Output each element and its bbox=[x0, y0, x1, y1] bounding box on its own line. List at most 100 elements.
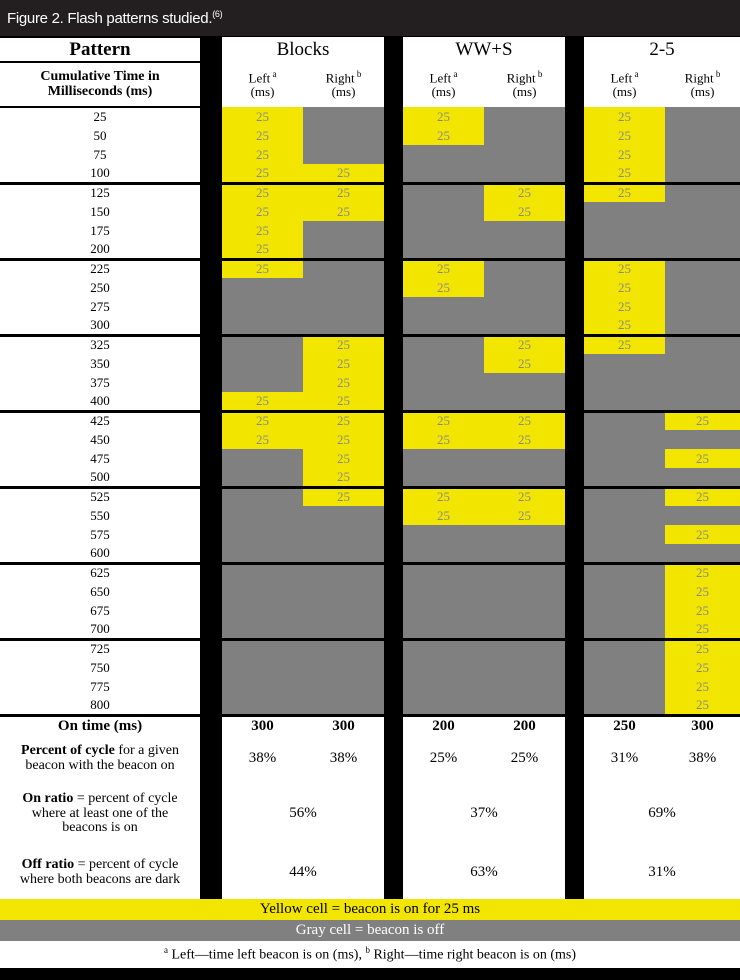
off-ratio-value-0: 44% bbox=[222, 847, 384, 899]
column-gutter bbox=[200, 335, 222, 354]
beacon-cell-ww-s-left-600 bbox=[403, 544, 484, 565]
column-gutter bbox=[565, 487, 584, 506]
legend-gray-text: Gray cell = beacon is off bbox=[0, 920, 740, 941]
column-gutter bbox=[565, 278, 584, 297]
column-gutter bbox=[384, 847, 403, 899]
data-row: 25 25 25 25 bbox=[0, 107, 740, 126]
beacon-cell-blocks-right-675 bbox=[303, 601, 384, 620]
column-gutter bbox=[565, 316, 584, 335]
beacon-cell-ww-s-right-525: 25 bbox=[484, 487, 565, 506]
on-ratio-label-line3: beacons is on bbox=[62, 820, 138, 836]
beacon-cell-2-5-right-225 bbox=[665, 259, 740, 278]
time-label-100: 100 bbox=[0, 164, 200, 185]
beacon-cell-2-5-right-25 bbox=[665, 107, 740, 126]
beacon-cell-blocks-right-100: 25 bbox=[303, 164, 384, 185]
beacon-cell-ww-s-left-775 bbox=[403, 677, 484, 696]
footnote-text: a Left—time left beacon is on (ms), b Ri… bbox=[0, 941, 740, 968]
unit-label: (ms) bbox=[612, 84, 637, 100]
beacon-cell-2-5-right-250 bbox=[665, 278, 740, 297]
beacon-cell-blocks-right-450: 25 bbox=[303, 430, 384, 449]
column-gutter bbox=[565, 373, 584, 392]
column-gutter bbox=[384, 183, 403, 202]
column-gutter bbox=[200, 430, 222, 449]
time-label-150: 150 bbox=[0, 202, 200, 221]
column-gutter bbox=[565, 126, 584, 145]
column-gutter bbox=[200, 696, 222, 715]
time-label-550: 550 bbox=[0, 506, 200, 525]
beacon-cell-2-5-right-700: 25 bbox=[665, 620, 740, 641]
column-gutter bbox=[384, 126, 403, 145]
cumulative-time-line1: Cumulative Time in bbox=[40, 68, 160, 84]
beacon-cell-ww-s-left-175 bbox=[403, 221, 484, 240]
column-gutter bbox=[384, 37, 403, 62]
column-gutter bbox=[565, 715, 584, 737]
data-row: 800 25 bbox=[0, 696, 740, 717]
column-gutter bbox=[200, 278, 222, 297]
beacon-cell-2-5-left-150 bbox=[584, 202, 665, 221]
beacon-cell-blocks-right-650 bbox=[303, 582, 384, 601]
beacon-cell-2-5-right-525: 25 bbox=[665, 487, 740, 506]
column-gutter bbox=[565, 677, 584, 696]
beacon-cell-2-5-left-500 bbox=[584, 468, 665, 489]
beacon-cell-blocks-left-675 bbox=[222, 601, 303, 620]
beacon-cell-ww-s-right-150: 25 bbox=[484, 202, 565, 221]
column-gutter bbox=[384, 316, 403, 335]
data-row: 225 25 25 25 bbox=[0, 259, 740, 278]
column-gutter bbox=[565, 392, 584, 411]
off-ratio-label-line2: where both beacons are dark bbox=[19, 872, 181, 887]
beacon-cell-2-5-left-700 bbox=[584, 620, 665, 641]
beacon-cell-ww-s-right-325: 25 bbox=[484, 335, 565, 354]
beacon-cell-2-5-left-250: 25 bbox=[584, 278, 665, 297]
column-gutter bbox=[384, 62, 403, 107]
beacon-cell-ww-s-left-200 bbox=[403, 240, 484, 261]
beacon-cell-ww-s-left-575 bbox=[403, 525, 484, 544]
flash-pattern-table-wrap: Pattern Blocks WW+S 2-5 Cumulative Time in Mi… bbox=[0, 36, 740, 980]
beacon-cell-2-5-right-150 bbox=[665, 202, 740, 221]
beacon-cell-blocks-left-600 bbox=[222, 544, 303, 565]
data-row: 400 25 25 bbox=[0, 392, 740, 413]
column-gutter bbox=[384, 677, 403, 696]
data-row: 75 25 25 bbox=[0, 145, 740, 164]
column-gutter bbox=[384, 449, 403, 468]
column-gutter bbox=[200, 183, 222, 202]
beacon-cell-blocks-left-225: 25 bbox=[222, 259, 303, 278]
beacon-cell-ww-s-left-675 bbox=[403, 601, 484, 620]
data-row: 175 25 bbox=[0, 221, 740, 240]
column-gutter bbox=[384, 601, 403, 620]
row-label-header: Pattern bbox=[0, 36, 200, 63]
beacon-cell-ww-s-left-100 bbox=[403, 164, 484, 185]
time-label-50: 50 bbox=[0, 126, 200, 145]
beacon-cell-2-5-left-125: 25 bbox=[584, 183, 665, 202]
column-gutter bbox=[565, 335, 584, 354]
summary-row-off-ratio: Off ratio = percent of cycle where both b… bbox=[0, 847, 740, 899]
data-row: 550 25 25 bbox=[0, 506, 740, 525]
footnote-row: a Left—time left beacon is on (ms), b Ri… bbox=[0, 941, 740, 968]
beacon-cell-2-5-left-200 bbox=[584, 240, 665, 261]
cumulative-time-header: Cumulative Time in Milliseconds (ms) bbox=[0, 62, 200, 108]
beacon-cell-2-5-right-575: 25 bbox=[665, 525, 740, 544]
beacon-cell-2-5-right-725: 25 bbox=[665, 639, 740, 658]
column-gutter bbox=[200, 658, 222, 677]
beacon-cell-ww-s-right-350: 25 bbox=[484, 354, 565, 373]
beacon-cell-blocks-right-375: 25 bbox=[303, 373, 384, 392]
beacon-cell-2-5-left-775 bbox=[584, 677, 665, 696]
column-gutter bbox=[200, 468, 222, 487]
data-row: 650 25 bbox=[0, 582, 740, 601]
beacon-cell-blocks-right-475: 25 bbox=[303, 449, 384, 468]
percent-cycle-value-1: 38% bbox=[303, 737, 384, 781]
beacon-cell-2-5-right-300 bbox=[665, 316, 740, 337]
column-gutter bbox=[565, 468, 584, 487]
beacon-cell-blocks-left-475 bbox=[222, 449, 303, 468]
data-row: 500 25 bbox=[0, 468, 740, 489]
beacon-cell-2-5-left-750 bbox=[584, 658, 665, 677]
on-time-value-2: 200 bbox=[403, 715, 484, 737]
beacon-cell-ww-s-right-250 bbox=[484, 278, 565, 297]
column-gutter bbox=[565, 221, 584, 240]
beacon-cell-2-5-right-350 bbox=[665, 354, 740, 373]
column-gutter bbox=[384, 563, 403, 582]
data-row: 150 25 25 25 bbox=[0, 202, 740, 221]
beacon-cell-ww-s-right-725 bbox=[484, 639, 565, 658]
time-label-600: 600 bbox=[0, 544, 200, 565]
data-row: 425 25 25 25 25 25 bbox=[0, 411, 740, 430]
column-gutter bbox=[565, 847, 584, 899]
